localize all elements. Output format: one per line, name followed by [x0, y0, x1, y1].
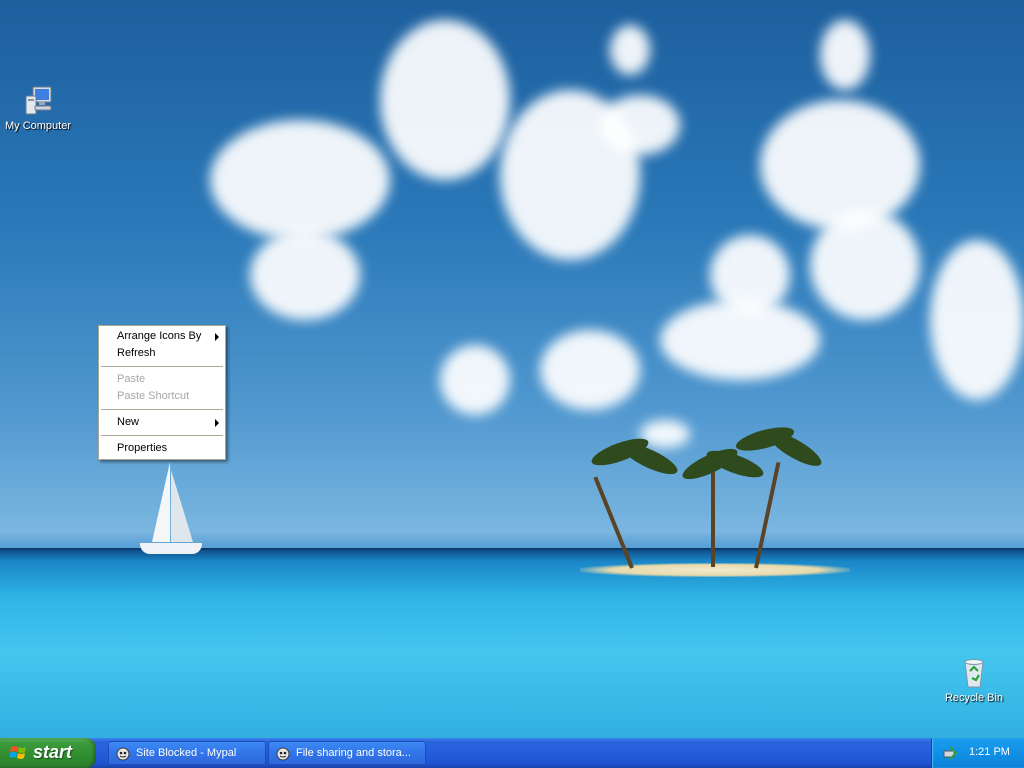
taskbar: start Site Blocked - Mypal File sharing … — [0, 738, 1024, 768]
menu-separator — [101, 409, 223, 410]
windows-flag-icon — [9, 745, 26, 761]
taskbar-button-file-sharing[interactable]: File sharing and stora... — [268, 741, 426, 765]
menu-item-arrange-icons-by[interactable]: Arrange Icons By — [99, 328, 225, 345]
desktop[interactable]: My Computer Recycle Bin Arrange Icons By… — [0, 0, 1024, 738]
submenu-arrow-icon — [215, 419, 219, 427]
menu-item-label: Arrange Icons By — [117, 330, 202, 342]
start-label: start — [33, 742, 73, 762]
submenu-arrow-icon — [215, 333, 219, 341]
recycle-bin-icon — [957, 656, 991, 690]
desktop-context-menu: Arrange Icons By Refresh Paste Paste Sho… — [98, 325, 226, 460]
menu-item-label: New — [117, 416, 140, 428]
menu-item-new[interactable]: New — [99, 414, 225, 431]
menu-item-label: Paste Shortcut — [117, 390, 190, 402]
safely-remove-hardware-icon[interactable] — [942, 745, 958, 761]
desktop-icon-label: My Computer — [4, 120, 72, 132]
desktop-icon-my-computer[interactable]: My Computer — [0, 84, 76, 132]
clock[interactable]: 1:21 PM — [969, 746, 1010, 758]
desktop-icon-label: Recycle Bin — [944, 692, 1004, 704]
menu-item-refresh[interactable]: Refresh — [99, 345, 225, 362]
menu-item-label: Paste — [117, 373, 146, 385]
taskbar-button-label: Site Blocked - Mypal — [136, 747, 237, 759]
menu-separator — [101, 435, 223, 436]
system-tray: 1:21 PM — [931, 738, 1024, 768]
menu-item-paste[interactable]: Paste — [99, 371, 225, 388]
menu-item-label: Refresh — [117, 347, 156, 359]
my-computer-icon — [21, 84, 55, 118]
menu-item-properties[interactable]: Properties — [99, 440, 225, 457]
taskbar-button-site-blocked[interactable]: Site Blocked - Mypal — [108, 741, 266, 765]
mypal-browser-icon — [276, 746, 290, 761]
taskbar-button-label: File sharing and stora... — [296, 747, 411, 759]
desktop-icon-recycle-bin[interactable]: Recycle Bin — [936, 656, 1012, 704]
start-button[interactable]: start — [0, 738, 96, 768]
menu-separator — [101, 366, 223, 367]
mypal-browser-icon — [116, 746, 130, 761]
menu-item-label: Properties — [117, 442, 168, 454]
menu-item-paste-shortcut[interactable]: Paste Shortcut — [99, 388, 225, 405]
